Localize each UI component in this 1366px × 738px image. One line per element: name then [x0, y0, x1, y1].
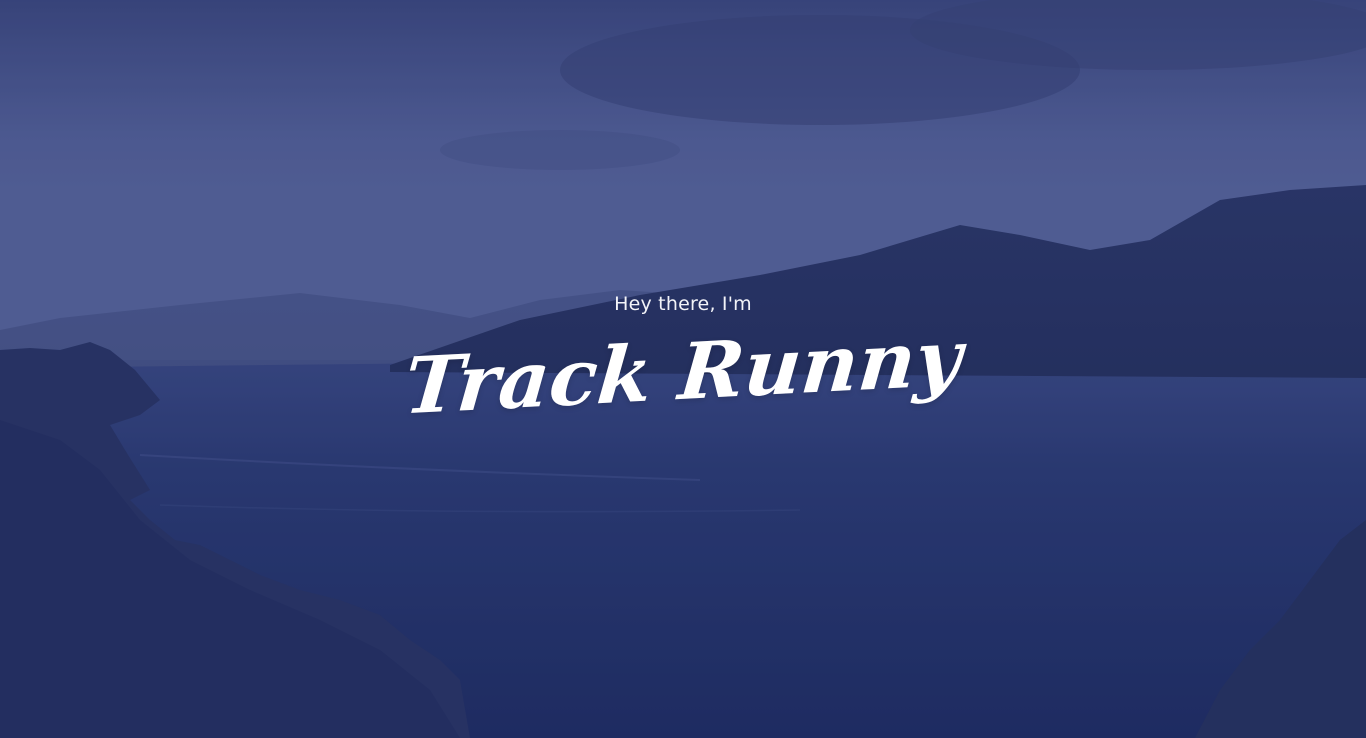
hero-section: Hey there, I'm Track Runny: [0, 0, 1366, 738]
